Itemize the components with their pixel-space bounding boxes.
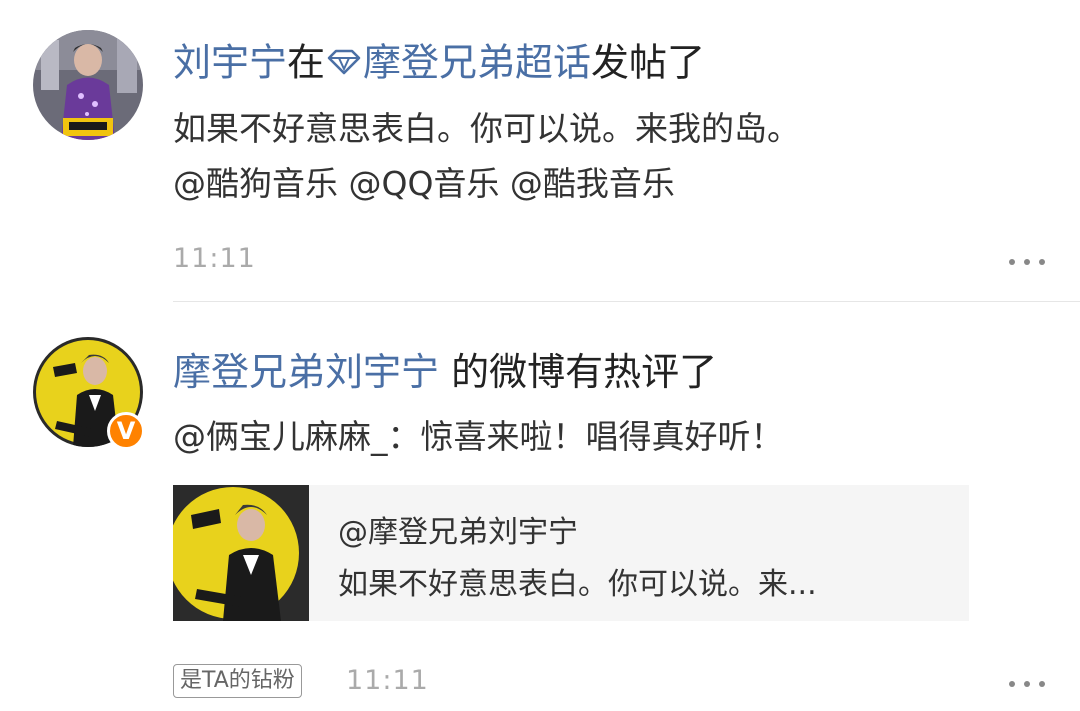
- verified-badge-icon: V: [107, 412, 145, 450]
- hot-comment-text: @俩宝儿麻麻_：惊喜来啦！唱得真好听！: [173, 417, 784, 456]
- diamond-icon: [327, 38, 361, 86]
- post-text-line2[interactable]: @酷狗音乐 @QQ音乐 @酷我音乐: [173, 163, 675, 205]
- post-headline: 刘宇宁在 摩登兄弟超话发帖了: [173, 38, 705, 92]
- user-name-link[interactable]: 摩登兄弟刘宇宁: [173, 350, 439, 394]
- more-options-icon[interactable]: [1009, 257, 1045, 267]
- post-headline: 摩登兄弟刘宇宁 的微博有热评了: [173, 348, 717, 396]
- feed-item-post[interactable]: 刘宇宁在 摩登兄弟超话发帖了 如果不好意思表白。你可以说。来我的岛。 @酷狗音乐 …: [0, 0, 1080, 302]
- quoted-post-snippet: 如果不好意思表白。你可以说。来...: [338, 567, 817, 602]
- quoted-post-card[interactable]: @摩登兄弟刘宇宁 如果不好意思表白。你可以说。来...: [173, 485, 969, 621]
- post-time: 11:11: [173, 243, 256, 274]
- more-options-icon[interactable]: [1009, 679, 1045, 689]
- post-time: 11:11: [346, 665, 429, 696]
- user-avatar[interactable]: [33, 30, 143, 140]
- action-text: 发帖了: [591, 40, 706, 85]
- feed-item-hot-comment[interactable]: V 摩登兄弟刘宇宁 的微博有热评了 @俩宝儿麻麻_：惊喜来啦！唱得真好听！ @摩…: [0, 302, 1080, 711]
- user-name-link[interactable]: 刘宇宁: [173, 41, 287, 85]
- connector-text: 在: [287, 40, 326, 85]
- post-text-line1: 如果不好意思表白。你可以说。来我的岛。: [173, 109, 800, 148]
- topic-link[interactable]: 摩登兄弟超话: [363, 41, 591, 85]
- action-text: 的微博有热评了: [439, 350, 718, 394]
- quoted-post-thumbnail: [173, 485, 309, 621]
- avatar-image: [33, 30, 143, 140]
- quoted-post-author: @摩登兄弟刘宇宁: [338, 515, 578, 550]
- fan-level-badge: 是TA的钻粉: [173, 664, 302, 698]
